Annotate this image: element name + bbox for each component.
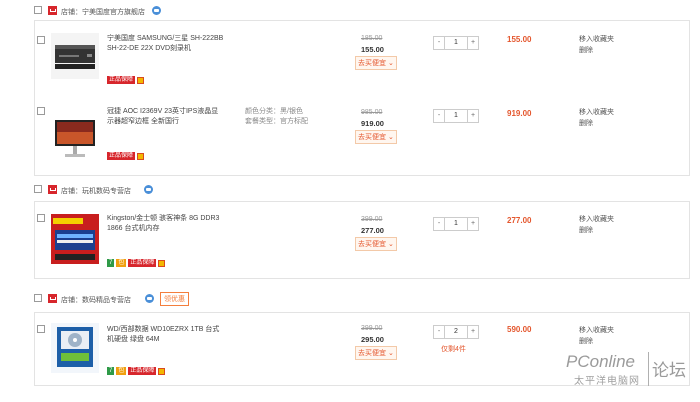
shop-select-checkbox[interactable] — [34, 294, 42, 302]
shop-name[interactable]: 店铺：数码精品专营店 — [61, 295, 131, 305]
item-operations: 移入收藏夹 删除 — [579, 34, 629, 56]
watermark-forum: 论坛 — [652, 361, 686, 380]
quantity-stepper: - 2 + — [433, 325, 479, 339]
item-subtotal: 590.00 — [507, 325, 532, 334]
quantity-input[interactable]: 1 — [445, 218, 467, 230]
product-image[interactable] — [51, 33, 99, 79]
promo-dropdown[interactable]: 去买便宜 ⌄ — [355, 130, 397, 144]
item-select-checkbox[interactable] — [37, 214, 45, 222]
current-price: 277.00 — [361, 226, 384, 235]
package-badge: 包 — [116, 367, 127, 375]
original-price: 985.00 — [361, 109, 383, 116]
quantity-input[interactable]: 1 — [445, 37, 467, 49]
chat-icon[interactable] — [152, 6, 161, 15]
shop-items-box: 宁美国度 SAMSUNG/三星 SH-222BB SH-22-DE 22X DV… — [34, 20, 690, 176]
item-select-checkbox[interactable] — [37, 107, 45, 115]
flag-icon — [158, 367, 166, 375]
item-subtotal: 277.00 — [507, 216, 532, 225]
original-price: 399.00 — [361, 325, 383, 332]
item-subtotal: 155.00 — [507, 35, 532, 44]
service-badges: 7 包 正品保障 — [107, 367, 166, 375]
shop-header: 店铺：宁美国度官方旗舰店 — [0, 4, 700, 20]
item-select-checkbox[interactable] — [37, 325, 45, 333]
delete-link[interactable]: 删除 — [579, 225, 629, 236]
shop-header: 店铺：玩机数码专营店 — [0, 183, 700, 199]
shop-select-checkbox[interactable] — [34, 6, 42, 14]
seven-day-return-badge: 7 — [107, 367, 115, 375]
watermark-brand: PConline — [566, 352, 635, 371]
shop-icon — [48, 6, 57, 15]
item-subtotal: 919.00 — [507, 109, 532, 118]
plus-icon[interactable]: + — [467, 110, 478, 122]
service-badges: 正品保障 — [107, 152, 145, 160]
shop-header: 店铺：数码精品专营店 领优惠 — [0, 291, 700, 307]
delete-link[interactable]: 删除 — [579, 45, 629, 56]
move-to-favorites-link[interactable]: 移入收藏夹 — [579, 34, 629, 45]
guarantee-badge: 正品保障 — [128, 367, 157, 375]
item-operations: 移入收藏夹 删除 — [579, 107, 629, 129]
quantity-input[interactable]: 1 — [445, 110, 467, 122]
current-price: 155.00 — [361, 45, 384, 54]
watermark-cn: 太平洋电脑网 — [574, 376, 640, 387]
product-title[interactable]: 冠捷 AOC I2369V 23英寸IPS液晶显示器超窄边框 全新国行 — [107, 107, 225, 127]
minus-icon[interactable]: - — [434, 37, 445, 49]
quantity-stepper: - 1 + — [433, 36, 479, 50]
delete-link[interactable]: 删除 — [579, 336, 629, 347]
product-title[interactable]: WD/西部数据 WD10EZRX 1TB 台式机硬盘 绿盘 64M — [107, 325, 225, 345]
delete-link[interactable]: 删除 — [579, 118, 629, 129]
shop-select-checkbox[interactable] — [34, 185, 42, 193]
item-select-checkbox[interactable] — [37, 36, 45, 44]
seven-day-return-badge: 7 — [107, 259, 115, 267]
shop-items-box: Kingston/金士顿 骇客神条 8G DDR3 1866 台式机内存 7 包… — [34, 201, 690, 279]
plus-icon[interactable]: + — [467, 326, 478, 338]
plus-icon[interactable]: + — [467, 218, 478, 230]
chat-icon[interactable] — [145, 294, 154, 303]
shop-name[interactable]: 店铺：宁美国度官方旗舰店 — [61, 7, 145, 17]
guarantee-badge: 正品保障 — [128, 259, 157, 267]
minus-icon[interactable]: - — [434, 110, 445, 122]
service-badges: 7 包 正品保障 — [107, 259, 166, 267]
promo-dropdown[interactable]: 去买便宜 ⌄ — [355, 237, 397, 251]
original-price: 185.00 — [361, 35, 383, 42]
flag-icon — [137, 152, 145, 160]
guarantee-badge: 正品保障 — [107, 152, 136, 160]
move-to-favorites-link[interactable]: 移入收藏夹 — [579, 214, 629, 225]
item-operations: 移入收藏夹 删除 — [579, 325, 629, 347]
minus-icon[interactable]: - — [434, 326, 445, 338]
original-price: 399.00 — [361, 216, 383, 223]
flag-icon — [158, 259, 166, 267]
quantity-input[interactable]: 2 — [445, 326, 467, 338]
service-badges: 正品保障 — [107, 76, 145, 84]
package-badge: 包 — [116, 259, 127, 267]
chat-icon[interactable] — [144, 185, 153, 194]
shop-icon — [48, 185, 57, 194]
flag-icon — [137, 76, 145, 84]
promo-dropdown[interactable]: 去买便宜 ⌄ — [355, 346, 397, 360]
minus-icon[interactable]: - — [434, 218, 445, 230]
shop-icon — [48, 294, 57, 303]
item-operations: 移入收藏夹 删除 — [579, 214, 629, 236]
product-title[interactable]: Kingston/金士顿 骇客神条 8G DDR3 1866 台式机内存 — [107, 214, 225, 234]
product-image[interactable] — [51, 323, 99, 373]
quantity-stepper: - 1 + — [433, 217, 479, 231]
current-price: 919.00 — [361, 119, 384, 128]
move-to-favorites-link[interactable]: 移入收藏夹 — [579, 107, 629, 118]
current-price: 295.00 — [361, 335, 384, 344]
guarantee-badge: 正品保障 — [107, 76, 136, 84]
shop-name[interactable]: 店铺：玩机数码专营店 — [61, 186, 131, 196]
product-image[interactable] — [51, 214, 99, 264]
get-coupon-button[interactable]: 领优惠 — [160, 292, 189, 306]
move-to-favorites-link[interactable]: 移入收藏夹 — [579, 325, 629, 336]
plus-icon[interactable]: + — [467, 37, 478, 49]
product-title[interactable]: 宁美国度 SAMSUNG/三星 SH-222BB SH-22-DE 22X DV… — [107, 34, 225, 54]
stock-warning: 仅剩4件 — [441, 346, 466, 353]
product-attributes: 颜色分类：黑/银色 套餐类型：官方标配 — [245, 107, 325, 127]
promo-dropdown[interactable]: 去买便宜 ⌄ — [355, 56, 397, 70]
product-image[interactable] — [51, 116, 99, 162]
watermark-divider — [648, 352, 649, 386]
quantity-stepper: - 1 + — [433, 109, 479, 123]
attr-package: 套餐类型：官方标配 — [245, 118, 308, 125]
attr-color: 颜色分类：黑/银色 — [245, 108, 303, 115]
